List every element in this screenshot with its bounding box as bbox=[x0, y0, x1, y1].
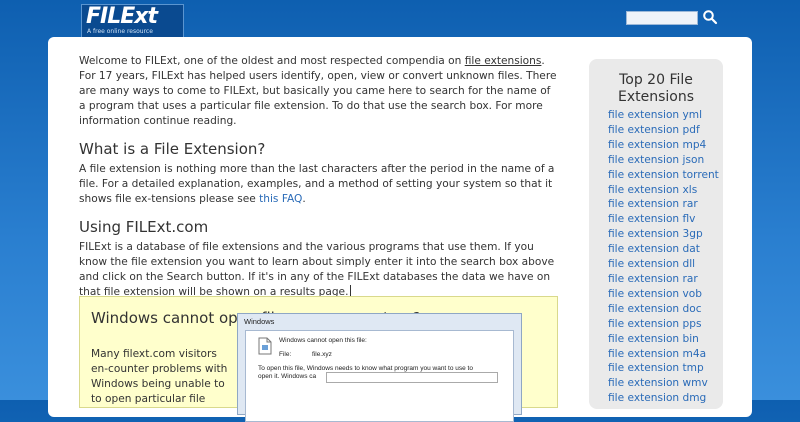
sidebar-list: file extension yml file extension pdf fi… bbox=[608, 108, 719, 406]
sidebar-link-pps[interactable]: file extension pps bbox=[608, 317, 719, 332]
sidebar-link-rar-2[interactable]: file extension rar bbox=[608, 272, 719, 287]
sidebar-link-dat[interactable]: file extension dat bbox=[608, 242, 719, 257]
dialog-file-label: File: bbox=[279, 351, 292, 358]
file-extensions-link[interactable]: file extensions bbox=[465, 55, 542, 67]
sidebar-link-doc[interactable]: file extension doc bbox=[608, 302, 719, 317]
what-text-end: . bbox=[302, 193, 306, 205]
sidebar-top-extensions: Top 20 File Extensions file extension ym… bbox=[589, 59, 723, 409]
dialog-line-1: To open this file, Windows needs to know… bbox=[258, 365, 473, 372]
promo-text: Many filext.com visitors en-counter prob… bbox=[91, 348, 228, 405]
sidebar-link-json[interactable]: file extension json bbox=[608, 153, 719, 168]
sidebar-link-torrent[interactable]: file extension torrent bbox=[608, 168, 719, 183]
sidebar-link-xls[interactable]: file extension xls bbox=[608, 183, 719, 198]
section-text-using: FILExt is a database of file extensions … bbox=[79, 240, 557, 300]
sidebar-link-3gp[interactable]: file extension 3gp bbox=[608, 227, 719, 242]
using-text: FILExt is a database of file extensions … bbox=[79, 241, 555, 298]
sidebar-link-tmp[interactable]: file extension tmp bbox=[608, 361, 719, 376]
dialog-file-value: file.xyz bbox=[312, 351, 332, 358]
sidebar-link-vob[interactable]: file extension vob bbox=[608, 287, 719, 302]
dialog-title: Windows bbox=[244, 317, 275, 326]
logo-tagline: A free online resource bbox=[87, 28, 153, 35]
sidebar-link-m4a[interactable]: file extension m4a bbox=[608, 347, 719, 362]
intro-text-1: Welcome to FILExt, one of the oldest and… bbox=[79, 55, 465, 67]
sidebar-title: Top 20 File Extensions bbox=[617, 72, 695, 105]
faq-link[interactable]: this FAQ bbox=[259, 193, 302, 205]
main-content: Welcome to FILExt, one of the oldest and… bbox=[79, 54, 557, 300]
sidebar-link-yml[interactable]: file extension yml bbox=[608, 108, 719, 123]
site-logo[interactable]: FILExt A free online resource bbox=[81, 4, 184, 38]
document-icon bbox=[258, 337, 272, 355]
sidebar-link-bin[interactable]: file extension bin bbox=[608, 332, 719, 347]
search-input[interactable] bbox=[626, 11, 698, 25]
sidebar-link-dmg[interactable]: file extension dmg bbox=[608, 391, 719, 406]
sidebar-link-wmv[interactable]: file extension wmv bbox=[608, 376, 719, 391]
sidebar-link-flv[interactable]: file extension flv bbox=[608, 212, 719, 227]
dialog-field bbox=[326, 372, 498, 383]
dialog-body: Windows cannot open this file: File: fil… bbox=[245, 330, 514, 422]
sidebar-link-dll[interactable]: file extension dll bbox=[608, 257, 719, 272]
dialog-line-2: open it. Windows ca bbox=[258, 373, 317, 380]
logo-text: FILExt bbox=[86, 4, 158, 29]
dialog-message: Windows cannot open this file: bbox=[279, 337, 367, 344]
sidebar-link-mp4[interactable]: file extension mp4 bbox=[608, 138, 719, 153]
what-text: A file extension is nothing more than th… bbox=[79, 163, 555, 205]
section-text-what: A file extension is nothing more than th… bbox=[79, 162, 557, 207]
sidebar-link-rar[interactable]: file extension rar bbox=[608, 197, 719, 212]
intro-paragraph: Welcome to FILExt, one of the oldest and… bbox=[79, 54, 557, 129]
section-heading-what: What is a File Extension? bbox=[79, 140, 266, 158]
section-heading-using: Using FILExt.com bbox=[79, 218, 209, 236]
search-icon[interactable] bbox=[702, 9, 718, 25]
sidebar-link-pdf[interactable]: file extension pdf bbox=[608, 123, 719, 138]
